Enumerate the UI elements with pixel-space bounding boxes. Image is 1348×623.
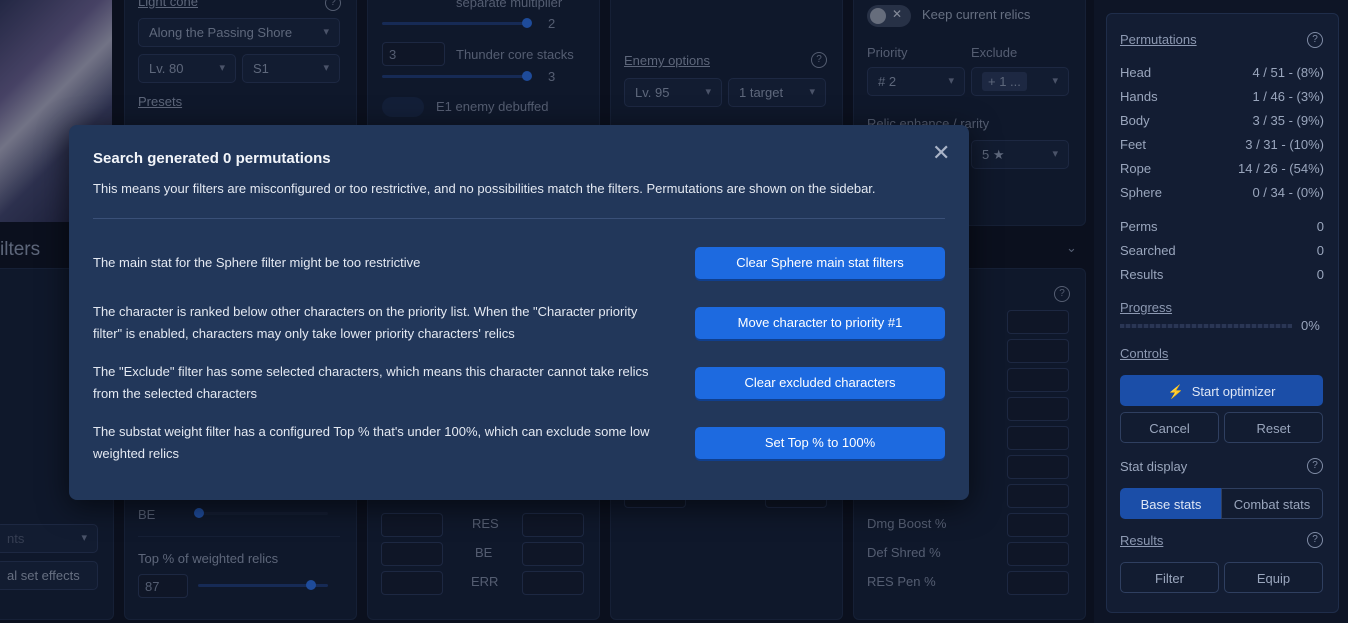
issue-text-sphere: The main stat for the Sphere filter migh…	[93, 255, 421, 270]
set-top-pct-button[interactable]: Set Top % to 100%	[695, 427, 945, 459]
move-priority-button[interactable]: Move character to priority #1	[695, 307, 945, 339]
progress-value: 0%	[1301, 318, 1320, 333]
lightning-icon: ⚡	[1167, 384, 1184, 399]
modal-title: Search generated 0 permutations	[93, 150, 331, 167]
stat-row-perms: Perms 0	[1120, 219, 1324, 234]
base-stats-button[interactable]: Base stats	[1120, 488, 1222, 519]
start-optimizer-button[interactable]: ⚡ Start optimizer	[1120, 375, 1323, 406]
clear-excluded-button[interactable]: Clear excluded characters	[695, 367, 945, 399]
perm-row-value: 4 / 51 - (8%)	[1252, 65, 1324, 80]
close-icon[interactable]: ✕	[932, 142, 950, 164]
progress-label: Progress	[1120, 300, 1173, 315]
perm-row-body: Body 3 / 35 - (9%)	[1120, 113, 1324, 128]
perm-row-value: 3 / 31 - (10%)	[1245, 137, 1324, 152]
equip-button[interactable]: Equip	[1224, 562, 1323, 593]
perm-row-value: 3 / 35 - (9%)	[1252, 113, 1324, 128]
perm-row-label: Sphere	[1120, 185, 1162, 200]
progress-bar	[1120, 324, 1292, 328]
perm-row-label: Rope	[1120, 161, 1152, 176]
perm-row-value: 1 / 46 - (3%)	[1252, 89, 1324, 104]
cancel-button[interactable]: Cancel	[1120, 412, 1219, 443]
stat-row-label: Searched	[1120, 243, 1176, 258]
start-optimizer-label: Start optimizer	[1191, 384, 1276, 399]
perm-row-value: 0 / 34 - (0%)	[1252, 185, 1324, 200]
perm-row-feet: Feet 3 / 31 - (10%)	[1120, 137, 1324, 152]
stat-row-label: Perms	[1120, 219, 1158, 234]
stat-row-value: 0	[1316, 219, 1324, 234]
help-icon[interactable]: ?	[1307, 32, 1323, 48]
perm-row-label: Body	[1120, 113, 1150, 128]
filter-button[interactable]: Filter	[1120, 562, 1219, 593]
help-icon[interactable]: ?	[1307, 532, 1323, 548]
reset-button[interactable]: Reset	[1224, 412, 1323, 443]
zero-permutations-modal: Search generated 0 permutations ✕ This m…	[69, 125, 969, 500]
perm-row-label: Hands	[1120, 89, 1158, 104]
results-label: Results	[1120, 533, 1164, 548]
perm-row-hands: Hands 1 / 46 - (3%)	[1120, 89, 1324, 104]
perm-row-value: 14 / 26 - (54%)	[1238, 161, 1324, 176]
perm-row-head: Head 4 / 51 - (8%)	[1120, 65, 1324, 80]
stat-row-value: 0	[1316, 243, 1324, 258]
perm-row-rope: Rope 14 / 26 - (54%)	[1120, 161, 1324, 176]
combat-stats-button[interactable]: Combat stats	[1221, 488, 1323, 519]
stat-row-searched: Searched 0	[1120, 243, 1324, 258]
controls-label: Controls	[1120, 346, 1169, 361]
help-icon[interactable]: ?	[1307, 458, 1323, 474]
stat-row-results: Results 0	[1120, 267, 1324, 282]
perm-row-label: Feet	[1120, 137, 1147, 152]
stat-display-label: Stat display	[1120, 459, 1188, 474]
permutations-label: Permutations	[1120, 32, 1197, 47]
issue-text-priority: The character is ranked below other char…	[93, 304, 638, 341]
divider	[93, 218, 945, 219]
issue-text-top-pct: The substat weight filter has a configur…	[93, 424, 650, 461]
clear-sphere-filters-button[interactable]: Clear Sphere main stat filters	[695, 247, 945, 279]
perm-row-sphere: Sphere 0 / 34 - (0%)	[1120, 185, 1324, 200]
stat-row-label: Results	[1120, 267, 1164, 282]
modal-subtitle: This means your filters are misconfigure…	[93, 181, 876, 196]
perm-row-label: Head	[1120, 65, 1152, 80]
issue-text-exclude: The "Exclude" filter has some selected c…	[93, 364, 649, 401]
stat-row-value: 0	[1316, 267, 1324, 282]
